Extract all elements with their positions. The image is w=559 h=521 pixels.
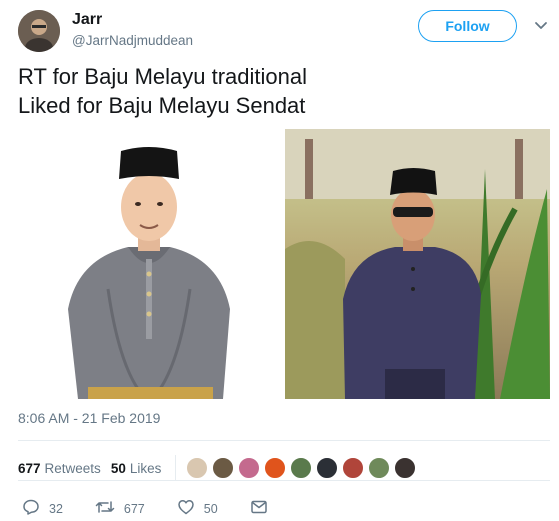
heart-icon bbox=[177, 498, 204, 519]
likes-count: 50 bbox=[110, 460, 126, 476]
retweet-icon bbox=[95, 498, 124, 519]
liker-avatar[interactable] bbox=[290, 457, 313, 479]
tweet-text-line-1: RT for Baju Melayu traditional bbox=[18, 64, 307, 89]
divider-top bbox=[18, 440, 550, 441]
chevron-down-icon[interactable] bbox=[532, 16, 550, 34]
retweet-count: 677 bbox=[123, 501, 145, 516]
direct-message-button[interactable] bbox=[250, 498, 277, 519]
reply-count: 32 bbox=[49, 501, 63, 516]
liker-avatar[interactable] bbox=[394, 457, 417, 479]
like-count: 50 bbox=[203, 501, 218, 516]
liker-avatar[interactable] bbox=[238, 457, 261, 479]
tweet-timestamp[interactable]: 8:06 AM - 21 Feb 2019 bbox=[18, 410, 160, 426]
tweet-text: RT for Baju Melayu traditional Liked for… bbox=[18, 62, 538, 120]
tweet-media bbox=[18, 129, 550, 399]
likes-stat[interactable]: 50 Likes bbox=[111, 461, 162, 476]
like-button[interactable]: 50 bbox=[177, 498, 218, 519]
liker-avatar[interactable] bbox=[368, 457, 391, 479]
author-names[interactable]: Jarr @JarrNadjmuddean bbox=[72, 10, 193, 50]
retweets-count: 677 bbox=[18, 460, 41, 476]
tweet-text-line-2: Liked for Baju Melayu Sendat bbox=[18, 93, 306, 118]
liker-avatar[interactable] bbox=[316, 457, 339, 479]
engagement-stats: 677 Retweets 50 Likes bbox=[18, 455, 420, 481]
author-handle[interactable]: @JarrNadjmuddean bbox=[72, 32, 193, 50]
reply-button[interactable]: 32 bbox=[22, 498, 63, 519]
divider-bottom bbox=[18, 480, 550, 481]
photo-traditional[interactable] bbox=[18, 129, 280, 399]
author-display-name[interactable]: Jarr bbox=[72, 10, 193, 30]
photo-sendat[interactable] bbox=[285, 129, 550, 399]
envelope-icon bbox=[250, 498, 277, 519]
liker-avatars bbox=[186, 457, 420, 479]
author-avatar[interactable] bbox=[18, 10, 60, 52]
reply-icon bbox=[22, 498, 49, 519]
tweet-actions: 32 677 50 bbox=[22, 498, 309, 519]
follow-button[interactable]: Follow bbox=[418, 10, 517, 42]
liker-avatar[interactable] bbox=[264, 457, 287, 479]
liker-avatar[interactable] bbox=[186, 457, 209, 479]
retweets-stat[interactable]: 677 Retweets bbox=[18, 461, 101, 476]
retweet-button[interactable]: 677 bbox=[95, 498, 145, 519]
liker-avatar[interactable] bbox=[212, 457, 235, 479]
liker-avatar[interactable] bbox=[342, 457, 365, 479]
stats-separator bbox=[175, 455, 177, 481]
retweets-label: Retweets bbox=[44, 460, 101, 476]
tweet-header: Jarr @JarrNadjmuddean Follow bbox=[18, 8, 548, 52]
likes-label: Likes bbox=[129, 460, 162, 476]
